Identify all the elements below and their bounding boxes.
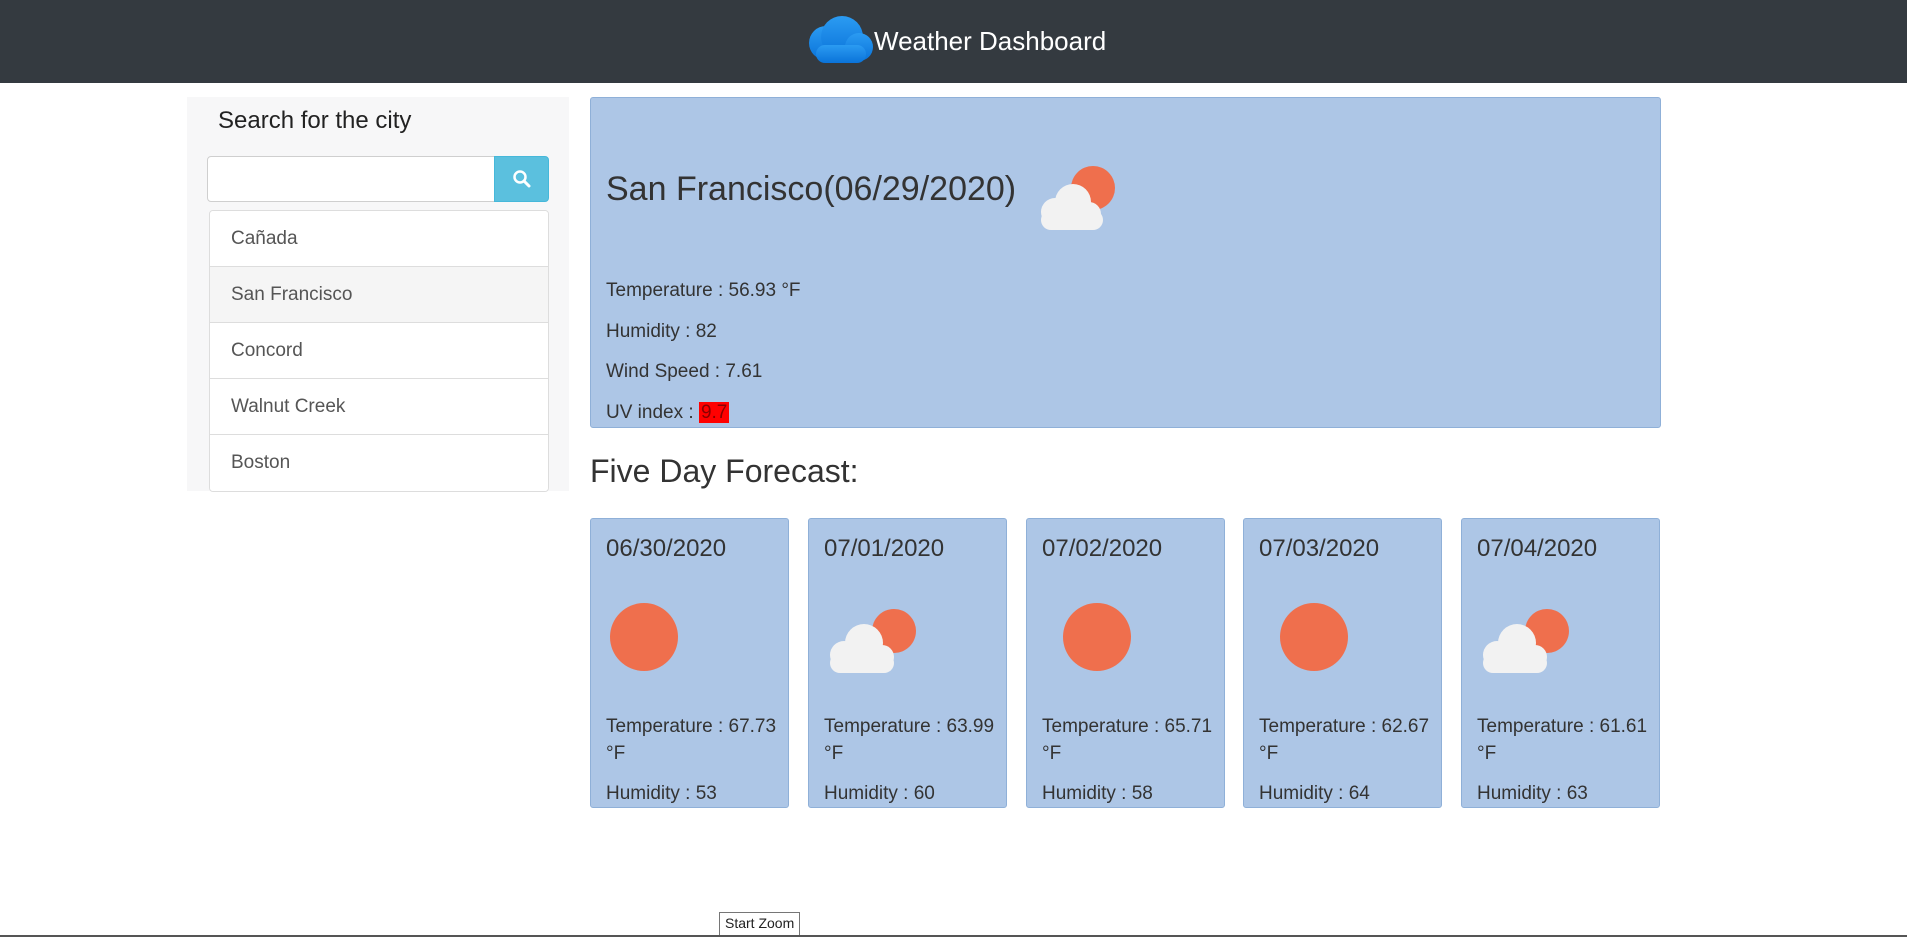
forecast-card: 07/01/2020 Temperature : 63.99 °F Humidi…	[808, 518, 1007, 808]
partly-cloudy-icon	[1041, 166, 1115, 230]
current-temperature: Temperature : 56.93 °F	[606, 280, 801, 301]
sun-icon	[1280, 603, 1348, 671]
forecast-date: 06/30/2020	[606, 535, 727, 562]
forecast-humidity: Humidity : 58	[1042, 783, 1153, 804]
forecast-temperature: Temperature : 61.61 °F	[1477, 716, 1648, 764]
current-city-title: San Francisco(06/29/2020)	[606, 170, 1017, 208]
navbar: Weather Dashboard	[0, 0, 1907, 83]
city-item-concord[interactable]: Concord	[210, 323, 548, 379]
brand[interactable]: Weather Dashboard	[804, 13, 1106, 69]
city-search-input[interactable]	[207, 156, 495, 202]
city-item-canada[interactable]: Cañada	[210, 211, 548, 267]
sidebar: Search for the city Cañada San Francisco…	[187, 97, 569, 492]
search-button[interactable]	[494, 156, 549, 202]
forecast-date: 07/04/2020	[1477, 535, 1598, 562]
forecast-date: 07/02/2020	[1042, 535, 1163, 562]
forecast-humidity: Humidity : 60	[824, 783, 935, 804]
forecast-humidity: Humidity : 53	[606, 783, 717, 804]
partly-cloudy-icon	[1483, 609, 1569, 673]
forecast-temperature: Temperature : 67.73 °F	[606, 716, 777, 764]
start-zoom-tooltip: Start Zoom	[719, 912, 801, 936]
forecast-card: 07/02/2020 Temperature : 65.71 °F Humidi…	[1026, 518, 1225, 808]
forecast-title: Five Day Forecast:	[590, 453, 859, 489]
current-humidity: Humidity : 82	[606, 321, 717, 342]
city-item-walnut-creek[interactable]: Walnut Creek	[210, 379, 548, 435]
current-weather-card: San Francisco(06/29/2020) Temperature : …	[590, 97, 1661, 428]
sun-icon	[1063, 603, 1131, 671]
forecast-humidity: Humidity : 64	[1259, 783, 1370, 804]
city-history-list: Cañada San Francisco Concord Walnut Cree…	[209, 210, 549, 492]
uv-index-badge: 9.7	[698, 402, 730, 423]
sidebar-title: Search for the city	[218, 107, 412, 134]
forecast-temperature: Temperature : 62.67 °F	[1259, 716, 1430, 764]
partly-cloudy-icon	[830, 609, 916, 673]
forecast-temperature: Temperature : 65.71 °F	[1042, 716, 1213, 764]
forecast-temperature: Temperature : 63.99 °F	[824, 716, 995, 764]
current-wind-speed: Wind Speed : 7.61	[606, 361, 763, 382]
forecast-card: 07/03/2020 Temperature : 62.67 °F Humidi…	[1243, 518, 1442, 808]
search-icon	[512, 170, 530, 188]
forecast-date: 07/01/2020	[824, 535, 945, 562]
forecast-humidity: Humidity : 63	[1477, 783, 1588, 804]
cloud-icon	[809, 16, 873, 63]
forecast-date: 07/03/2020	[1259, 535, 1380, 562]
forecast-card: 07/04/2020 Temperature : 61.61 °F Humidi…	[1461, 518, 1660, 808]
forecast-card: 06/30/2020 Temperature : 67.73 °F Humidi…	[590, 518, 789, 808]
city-item-boston[interactable]: Boston	[210, 435, 548, 491]
app-title: Weather Dashboard	[874, 25, 1107, 56]
current-uv-index: UV index : 9.7	[606, 402, 730, 424]
uv-index-label: UV index :	[606, 402, 699, 423]
sun-icon	[610, 603, 678, 671]
city-item-san-francisco[interactable]: San Francisco	[210, 267, 548, 323]
